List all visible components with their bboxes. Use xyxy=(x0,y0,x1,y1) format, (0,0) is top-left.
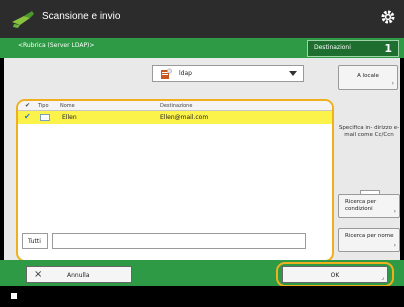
ok-button[interactable]: OK ⌟ xyxy=(282,266,388,283)
destinations-count: 1 xyxy=(384,42,392,55)
column-type: Tipo xyxy=(38,103,49,109)
cancel-button[interactable]: × Annulla xyxy=(26,266,132,283)
list-item-destination: Ellen@mail.com xyxy=(160,114,209,121)
ok-label: OK xyxy=(330,272,340,279)
screen: Scansione e invio <Rubrica (Server LDAP)… xyxy=(0,0,404,307)
cancel-label: Annulla xyxy=(67,272,90,279)
window-title: Scansione e invio xyxy=(42,11,121,22)
chevron-right-icon: › xyxy=(393,208,396,215)
email-icon xyxy=(40,114,50,121)
column-name: Nome xyxy=(60,103,75,109)
search-conditions-label: Ricerca per condizioni xyxy=(345,199,377,212)
ldap-server-icon xyxy=(161,68,172,79)
local-addressbook-button[interactable]: A locale › xyxy=(338,65,398,90)
chevron-down-icon xyxy=(289,71,297,76)
search-conditions-button[interactable]: Ricerca per condizioni › xyxy=(338,194,400,218)
chevron-right-icon: › xyxy=(391,80,394,87)
search-name-label: Ricerca per nome xyxy=(345,233,394,239)
column-destination: Destinazione xyxy=(160,103,193,109)
status-bar xyxy=(0,286,404,307)
filter-button[interactable]: Tutti xyxy=(22,233,48,249)
filter-input[interactable] xyxy=(52,233,306,249)
gear-icon[interactable] xyxy=(380,9,396,25)
close-icon: × xyxy=(34,269,43,280)
destinations-counter[interactable]: Destinazioni 1 xyxy=(307,40,399,57)
chevron-right-icon: › xyxy=(393,242,396,249)
addressbook-tab[interactable]: <Rubrica (Server LDAP)> xyxy=(18,42,94,49)
destinations-label: Destinazioni xyxy=(314,44,351,51)
specify-cc-label: Specifica in- dirizzo e-mail come Cc/Ccn xyxy=(338,125,400,138)
list-header: ✔ Tipo Nome Destinazione xyxy=(18,101,332,111)
list-item-name: Ellen xyxy=(62,114,77,121)
search-name-button[interactable]: Ricerca per nome › xyxy=(338,228,400,252)
main-panel: ldap ✔ Tipo Nome Destinazione ✔ Ellen El… xyxy=(4,58,400,262)
scan-send-icon xyxy=(12,11,34,28)
column-check[interactable]: ✔ xyxy=(25,102,30,109)
source-select-value: ldap xyxy=(179,70,192,77)
status-icon xyxy=(11,293,17,299)
list-item[interactable]: ✔ Ellen Ellen@mail.com xyxy=(18,111,332,124)
corner-arrow-icon: ⌟ xyxy=(381,274,384,281)
title-bar: Scansione e invio xyxy=(0,0,404,38)
source-select[interactable]: ldap xyxy=(152,65,304,82)
check-icon: ✔ xyxy=(24,112,31,121)
local-addressbook-label: A locale xyxy=(357,73,379,79)
